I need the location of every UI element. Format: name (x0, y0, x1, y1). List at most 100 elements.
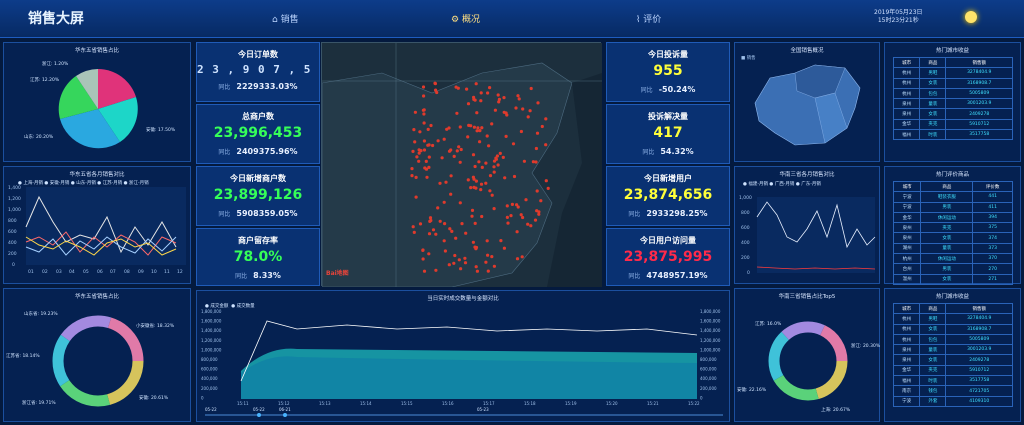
map-point (418, 222, 423, 226)
y-tick-right: 1,200,000 (700, 338, 721, 343)
map-point (438, 219, 442, 223)
panel-table-city-revenue-2: 热门城市收益 城市 商品 销售额 杭州 男鞋 3278404.9 杭州 女装 3168908.… (884, 288, 1021, 422)
table-cell: 福州 (892, 129, 921, 141)
map-point (515, 203, 519, 207)
pie-label: 江苏: 12.20% (30, 76, 60, 83)
table-row: 杭州 女装 3168908.7 (892, 77, 1013, 89)
map-point (466, 178, 470, 182)
map-point (458, 201, 462, 205)
kpi-value: 23,874,656 (623, 187, 713, 203)
map-point (502, 110, 506, 114)
chart-legend: ● 福建-月销 ● 广西-月销 ● 广东-月销 (743, 182, 821, 187)
kpi-label: 投诉解决量 (648, 112, 688, 121)
map-point (472, 125, 476, 129)
map-point (436, 139, 440, 143)
panel-line-south: 华南三省各月销售对比 ● 福建-月销 ● 广西-月销 ● 广东-月销 1,000… (734, 166, 880, 284)
x-tick: 07 (110, 269, 116, 275)
map-point (410, 167, 414, 171)
table-cell: 男鞋 (919, 313, 947, 325)
y-tick: 200 (741, 255, 750, 261)
table-cell: 373 (972, 242, 1013, 255)
map-point (544, 143, 548, 147)
table-cell: 3517758 (945, 375, 1013, 387)
table-cell: 外套 (919, 395, 947, 407)
y-tick-right: 1,800,000 (700, 309, 721, 314)
table-row: 泉州 女装 374 (892, 232, 1013, 244)
map-point (480, 126, 484, 130)
map-point (485, 239, 489, 243)
panel-donut-east: 华东五省销售占比 山东省: 19.23% 小安徽省: 18.32% 江苏省: 1… (3, 288, 191, 422)
map-point (456, 86, 460, 90)
table-cell: 4721705 (945, 385, 1013, 397)
table-row: 宁波 鞋装衣服 441 (892, 191, 1013, 203)
table-cell: 3001203.9 (945, 344, 1013, 356)
map-point (471, 153, 476, 157)
y-tick-right: 800,000 (700, 357, 717, 362)
nav-item-overview[interactable]: ⚙ 概况 (451, 12, 480, 25)
x-tick: 15:12 (278, 401, 290, 406)
small-china-map[interactable] (735, 43, 881, 161)
map-point (488, 174, 493, 178)
slider-handle[interactable] (257, 413, 261, 417)
map-point (492, 165, 496, 169)
pie-chart: 浙江: 1.20% 江苏: 12.20% 山东: 20.20% 安徽: 17.5… (24, 60, 176, 149)
map-point (485, 134, 489, 138)
table-cell: 杭州 (892, 77, 921, 89)
map-point (450, 229, 454, 233)
table-row: 宁波 外套 4109310 (892, 395, 1013, 407)
panel-title: 华东五省销售占比 (74, 48, 119, 54)
x-tick: 12 (177, 269, 183, 275)
map-point (474, 179, 478, 183)
map-point (422, 269, 427, 273)
y-tick-right: 600,000 (700, 367, 717, 372)
map-point (510, 202, 514, 206)
slider-label: 06-21 (279, 407, 291, 412)
map-point (449, 174, 453, 178)
map-point (539, 199, 543, 203)
slider-handle[interactable] (283, 413, 287, 417)
page-title: 销售大屏 (28, 11, 84, 27)
table-cell: 441 (972, 191, 1013, 203)
map-point (445, 127, 449, 131)
nav-item-sales[interactable]: ⌂ 销售 (272, 12, 299, 25)
kpi-change: 8.33% (253, 271, 281, 280)
panel-title: 华南三省各月销售对比 (779, 172, 835, 178)
table-cell: 童装 (920, 242, 974, 255)
map-point (517, 97, 521, 101)
y-tick-right: 400,000 (700, 376, 717, 381)
y-tick: 600 (8, 229, 17, 235)
map-point (479, 91, 483, 95)
kpi-change: 4748957.19% (646, 271, 708, 280)
map-point (479, 99, 483, 103)
panel-title: 华东五省各月销售对比 (69, 172, 125, 178)
map-point (433, 82, 437, 86)
map-point (490, 255, 494, 259)
table-cell: 3278404.9 (945, 67, 1013, 79)
table-cell: 包包 (919, 87, 947, 100)
panel-title: 热门城市收益 (935, 294, 969, 300)
table-cell: 南京 (892, 385, 921, 397)
map-point (478, 140, 482, 144)
map-point (519, 129, 523, 134)
area-count (241, 356, 697, 399)
nav-item-review[interactable]: ⌇ 评价 (636, 12, 661, 25)
map-point (512, 174, 517, 179)
map-point (531, 160, 535, 164)
y-tick: 600 (741, 225, 750, 231)
panel-area-realtime: 当日实时成交数量与金额对比 ● 成交金额 ● 成交数量 1,800,000 1,6… (196, 290, 730, 422)
map-point (544, 179, 548, 183)
map-point (499, 239, 503, 243)
map-point (412, 230, 416, 234)
x-tick: 15:17 (483, 401, 495, 406)
china-sales-map[interactable]: Bai地图 (321, 42, 602, 288)
table-cell: 杭州 (892, 333, 921, 346)
map-point (459, 267, 463, 271)
donut-label: 安徽: 20.61% (139, 394, 169, 401)
map-point (466, 102, 471, 106)
map-point (434, 88, 438, 92)
donut-label: 江苏: 16.0% (755, 320, 782, 327)
table-row: 金华 休闲运动 394 (892, 211, 1013, 224)
table-row: 杭州 包包 5005809 (892, 333, 1013, 346)
kpi-value: 955 (653, 63, 683, 79)
x-tick: 15:16 (442, 401, 454, 406)
